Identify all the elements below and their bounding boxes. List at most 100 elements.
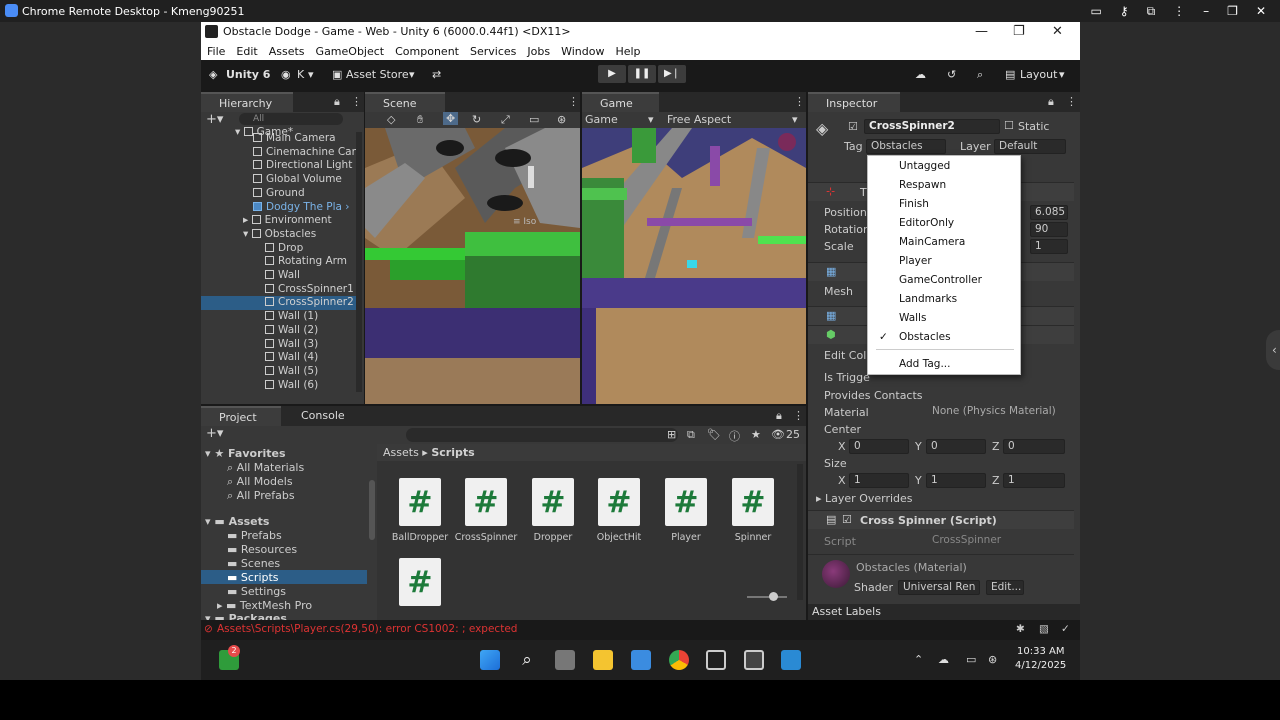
- more-icon[interactable]: ⋮: [1173, 4, 1185, 18]
- hierarchy-item-player-prefab[interactable]: Dodgy The Pla ›: [253, 201, 350, 215]
- edit-shader-button[interactable]: Edit...: [986, 580, 1024, 595]
- script-component-header[interactable]: ▤ ☑ Cross Spinner (Script): [808, 510, 1074, 529]
- static-checkbox[interactable]: ☐: [1004, 119, 1014, 132]
- menu-window[interactable]: Window: [561, 45, 604, 58]
- play-button[interactable]: ▶: [598, 65, 626, 83]
- favorite-all-prefabs[interactable]: ⌕ All Prefabs: [227, 489, 295, 503]
- progress-icon[interactable]: ▧: [1039, 620, 1049, 638]
- scale-tool-icon[interactable]: ⤢: [501, 113, 510, 127]
- hierarchy-item-wall-3[interactable]: Wall (3): [265, 338, 318, 352]
- search-icon[interactable]: ⌕: [977, 68, 983, 82]
- tab-console[interactable]: Console: [283, 406, 363, 426]
- layer-overrides-foldout[interactable]: ▸ Layer Overrides: [816, 492, 913, 505]
- file-explorer-icon[interactable]: [593, 650, 613, 670]
- tag-option-player[interactable]: Player: [899, 252, 932, 270]
- window-minimize-icon[interactable]: —: [975, 22, 988, 42]
- menu-jobs[interactable]: Jobs: [527, 45, 550, 58]
- key-icon[interactable]: ⚷: [1120, 4, 1129, 18]
- active-checkbox[interactable]: ☑: [848, 120, 858, 133]
- bug-icon[interactable]: ✱: [1016, 620, 1025, 638]
- tab-project[interactable]: Project: [201, 406, 281, 426]
- task-view-icon[interactable]: [555, 650, 575, 670]
- hierarchy-item-wall-1[interactable]: Wall (1): [265, 310, 318, 324]
- add-icon[interactable]: +▾: [206, 112, 223, 127]
- layer-dropdown[interactable]: Default: [994, 139, 1066, 154]
- game-viewport[interactable]: [582, 128, 806, 404]
- hierarchy-item-obstacles[interactable]: ▾ Obstacles: [243, 228, 316, 242]
- hierarchy-item-crossspinner2[interactable]: CrossSpinner2: [201, 296, 356, 311]
- hierarchy-item-crossspinner1[interactable]: CrossSpinner1: [265, 283, 354, 297]
- menu-component[interactable]: Component: [395, 45, 459, 58]
- menu-help[interactable]: Help: [615, 45, 640, 58]
- hierarchy-search-input[interactable]: All: [239, 113, 343, 125]
- hierarchy-item-environment[interactable]: ▸ Environment: [243, 214, 332, 228]
- script-field[interactable]: CrossSpinner: [928, 534, 1068, 549]
- lock-icon[interactable]: 🔒︎: [776, 409, 782, 423]
- more-icon[interactable]: ⋮: [793, 409, 804, 422]
- center-y-field[interactable]: 0: [926, 439, 986, 454]
- more-icon[interactable]: ⋮: [568, 95, 579, 108]
- account-button[interactable]: K: [297, 68, 304, 81]
- view-tool-icon[interactable]: ◇: [387, 113, 395, 126]
- tree-scrollbar[interactable]: [369, 480, 375, 540]
- center-z-field[interactable]: 0: [1003, 439, 1065, 454]
- shader-dropdown[interactable]: Universal Ren: [898, 580, 980, 595]
- hierarchy-item-cinemachine[interactable]: Cinemachine Can: [253, 146, 356, 160]
- restore-icon[interactable]: ❐: [1227, 4, 1238, 18]
- lock-icon[interactable]: 🔒︎: [334, 95, 340, 109]
- tag-icon[interactable]: 🏷︎: [707, 428, 721, 441]
- search-icon[interactable]: ⌕: [517, 650, 537, 670]
- script-icon-dropper[interactable]: #: [532, 478, 574, 526]
- game-display-dropdown[interactable]: Game: [585, 113, 618, 126]
- menu-assets[interactable]: Assets: [269, 45, 305, 58]
- script-icon-unnamed[interactable]: #: [399, 558, 441, 606]
- folder-resources[interactable]: ▬ Resources: [227, 543, 297, 556]
- window-close-icon[interactable]: ✕: [1052, 22, 1063, 42]
- folder-prefabs[interactable]: ▬ Prefabs: [227, 529, 282, 542]
- info-icon[interactable]: ⓘ: [729, 428, 740, 444]
- tag-option-obstacles[interactable]: Obstacles: [899, 328, 951, 346]
- add-tag-option[interactable]: Add Tag...: [899, 355, 950, 373]
- center-x-field[interactable]: 0: [849, 439, 909, 454]
- console-status-bar[interactable]: ⊘ Assets\Scripts\Player.cs(29,50): error…: [201, 620, 1080, 638]
- size-x-field[interactable]: 1: [849, 473, 909, 488]
- side-panel-toggle[interactable]: ‹: [1266, 330, 1280, 370]
- menu-gameobject[interactable]: GameObject: [316, 45, 385, 58]
- folder-textmesh-pro[interactable]: ▸ ▬ TextMesh Pro: [217, 599, 312, 612]
- cloud-icon[interactable]: ☁: [938, 653, 949, 666]
- type-filter-icon[interactable]: ⧉: [687, 428, 695, 442]
- asset-labels-header[interactable]: Asset Labels: [808, 604, 1080, 620]
- physics-material-field[interactable]: None (Physics Material): [928, 405, 1068, 420]
- close-icon[interactable]: ✕: [1256, 4, 1266, 18]
- move-tool-icon[interactable]: ✥: [443, 112, 459, 125]
- windows-start-icon[interactable]: [480, 650, 500, 670]
- more-icon[interactable]: ⋮: [794, 95, 805, 108]
- script-icon-crossspinner[interactable]: #: [465, 478, 507, 526]
- script-icon-player[interactable]: #: [665, 478, 707, 526]
- ms-store-icon[interactable]: [631, 650, 651, 670]
- tag-option-respawn[interactable]: Respawn: [899, 176, 946, 194]
- hierarchy-item-wall-6[interactable]: Wall (6): [265, 379, 318, 393]
- favorite-all-models[interactable]: ⌕ All Models: [227, 475, 293, 489]
- project-search-input[interactable]: [406, 428, 678, 442]
- chrome-icon[interactable]: [669, 650, 689, 670]
- more-icon[interactable]: ⋮: [1066, 95, 1077, 108]
- rotation-z-field[interactable]: 90: [1030, 222, 1068, 237]
- account-icon[interactable]: ◉: [281, 68, 291, 81]
- favorites-foldout[interactable]: ▾ ★ Favorites: [205, 447, 286, 460]
- tag-option-gamecontroller[interactable]: GameController: [899, 271, 982, 289]
- hierarchy-item-ground[interactable]: Ground: [253, 187, 305, 201]
- zoom-slider[interactable]: [747, 596, 787, 598]
- tag-dropdown[interactable]: Obstacles: [866, 139, 946, 154]
- hierarchy-item-wall-5[interactable]: Wall (5): [265, 365, 318, 379]
- history-icon[interactable]: ↺: [947, 68, 956, 81]
- menu-file[interactable]: File: [207, 45, 225, 58]
- network-icon[interactable]: ⊛: [988, 653, 997, 666]
- tab-inspector[interactable]: Inspector: [808, 92, 900, 112]
- clipboard-icon[interactable]: ▭: [1090, 4, 1101, 18]
- star-icon[interactable]: ★: [751, 428, 761, 441]
- hand-tool-icon[interactable]: ✋︎: [417, 113, 423, 127]
- hierarchy-item-main-camera[interactable]: Main Camera: [253, 132, 336, 146]
- add-icon[interactable]: +▾: [206, 426, 223, 441]
- tag-option-untagged[interactable]: Untagged: [899, 157, 950, 175]
